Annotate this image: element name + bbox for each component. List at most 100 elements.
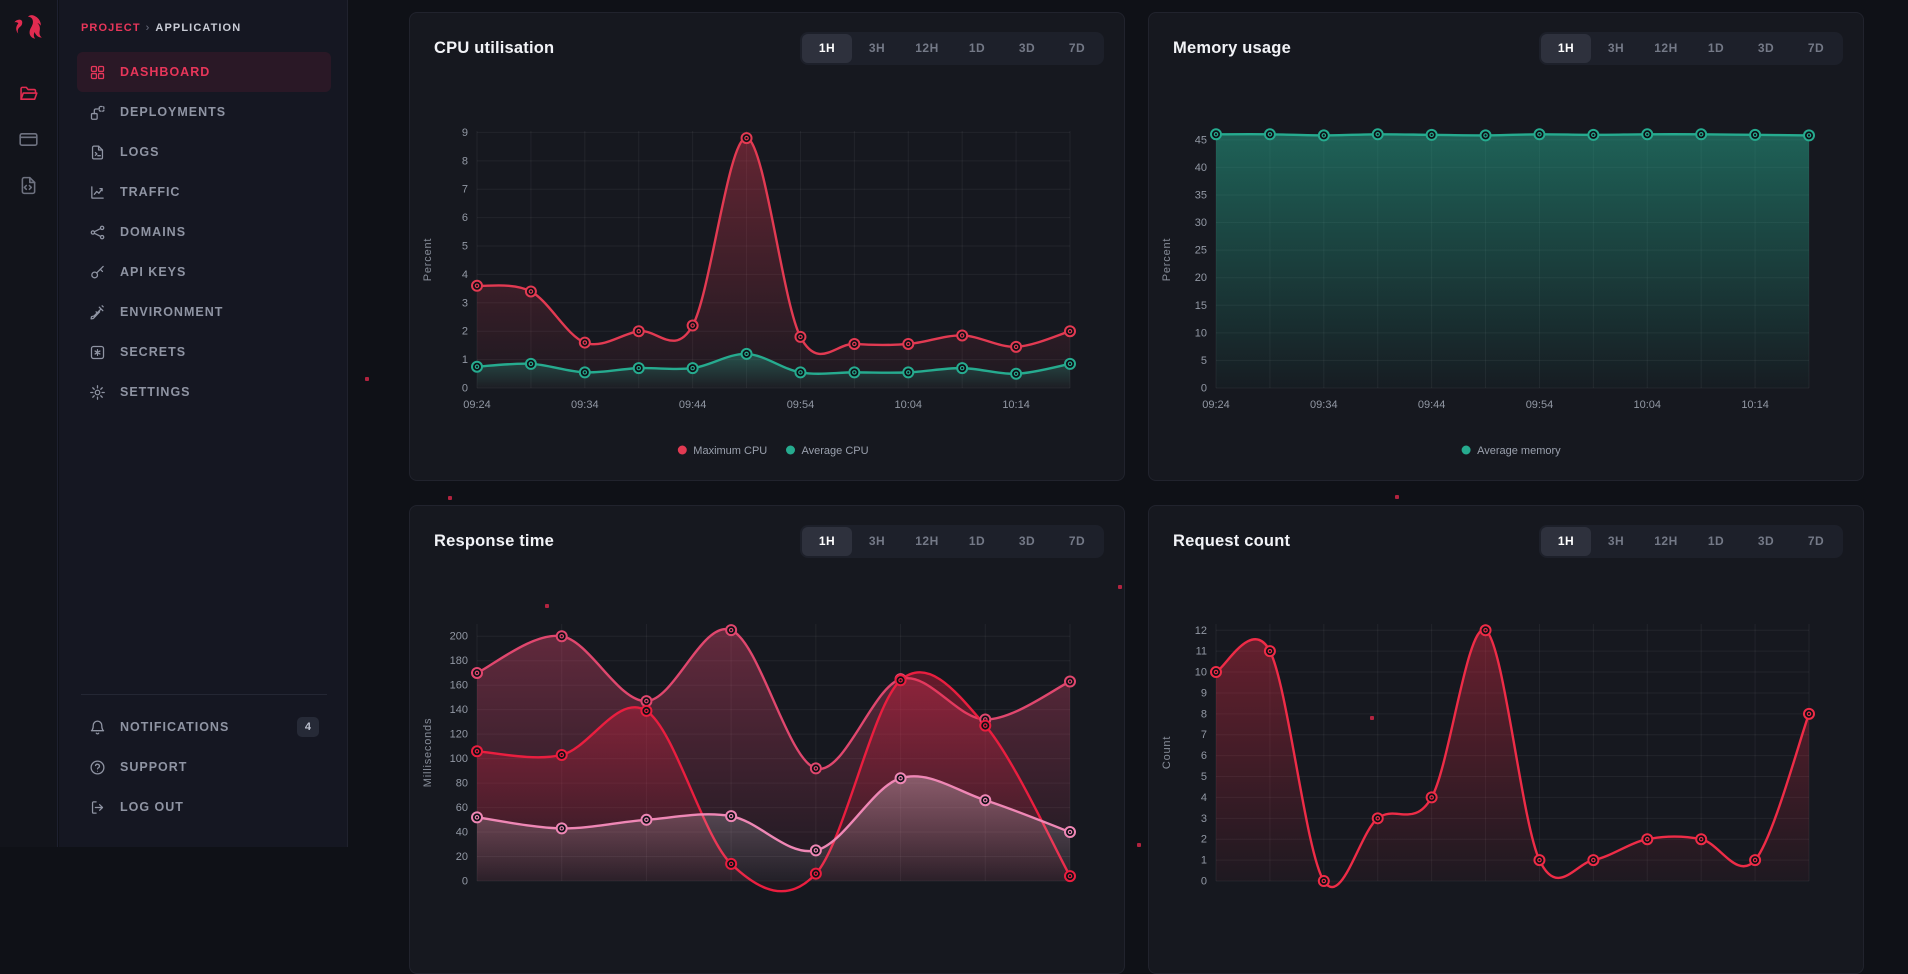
file-code-icon[interactable] [14,170,44,200]
sidebar-item-secrets[interactable]: SECRETS [77,332,331,372]
sidebar-footer: NOTIFICATIONS4 SUPPORT LOG OUT [77,707,331,827]
sidebar-item-environment[interactable]: ENVIRONMENT [77,292,331,332]
svg-text:09:44: 09:44 [1418,399,1446,411]
svg-text:140: 140 [450,704,468,716]
svg-text:09:44: 09:44 [679,399,707,411]
svg-text:40: 40 [456,827,468,839]
range-1h-button[interactable]: 1H [1541,34,1591,63]
sidebar-item-label: DEPLOYMENTS [120,105,226,119]
svg-text:Percent: Percent [422,238,434,282]
range-12h-button[interactable]: 12H [1641,34,1691,63]
svg-text:180: 180 [450,655,468,667]
sidebar-item-api-keys[interactable]: API KEYS [77,252,331,292]
svg-text:7: 7 [462,184,468,196]
sidebar-item-log-out[interactable]: LOG OUT [77,787,331,827]
time-range-selector: 1H3H12H1D3D7D [1539,525,1843,558]
svg-text:Count: Count [1161,736,1173,769]
range-1d-button[interactable]: 1D [1691,527,1741,556]
range-3d-button[interactable]: 3D [1741,527,1791,556]
domains-icon [89,224,106,241]
svg-text:09:54: 09:54 [787,399,815,411]
svg-text:5: 5 [462,241,468,253]
sidebar-item-label: SETTINGS [120,385,191,399]
panel-title: Request count [1173,532,1290,551]
sidebar-nav: DASHBOARD DEPLOYMENTS LOGS TRAFFIC DOMAINS AP… [77,52,331,412]
svg-text:4: 4 [1201,792,1207,804]
time-range-selector: 1H3H12H1D3D7D [800,525,1104,558]
credit-card-icon[interactable] [14,124,44,154]
range-1h-button[interactable]: 1H [1541,527,1591,556]
sidebar-item-logs[interactable]: LOGS [77,132,331,172]
svg-text:10:14: 10:14 [1741,399,1769,411]
svg-text:0: 0 [462,876,468,888]
settings-icon [89,384,106,401]
svg-text:11: 11 [1196,646,1207,658]
range-1h-button[interactable]: 1H [802,34,852,63]
response-time-chart[interactable]: 020406080100120140160180200Milliseconds [410,506,1125,974]
range-7d-button[interactable]: 7D [1791,34,1841,63]
svg-text:9: 9 [1201,687,1207,699]
svg-text:8: 8 [462,155,468,167]
svg-text:Average memory: Average memory [1477,445,1561,457]
sidebar-item-label: TRAFFIC [120,185,180,199]
svg-text:35: 35 [1195,189,1207,201]
sidebar-item-label: ENVIRONMENT [120,305,223,319]
decor-particle [365,377,369,381]
range-7d-button[interactable]: 7D [1052,527,1102,556]
range-3h-button[interactable]: 3H [852,34,902,63]
svg-text:Milliseconds: Milliseconds [422,718,434,788]
svg-text:09:54: 09:54 [1526,399,1554,411]
range-1h-button[interactable]: 1H [802,527,852,556]
sidebar-item-label: API KEYS [120,265,186,279]
secrets-icon [89,344,106,361]
range-7d-button[interactable]: 7D [1052,34,1102,63]
range-3h-button[interactable]: 3H [852,527,902,556]
svg-text:20: 20 [456,851,468,863]
panel-memory-usage: 05101520253035404509:2409:3409:4409:5410… [1148,12,1864,481]
sidebar-divider [81,694,327,695]
range-1d-button[interactable]: 1D [952,34,1002,63]
sidebar-item-label: SECRETS [120,345,186,359]
panel-title: Memory usage [1173,39,1291,58]
range-3h-button[interactable]: 3H [1591,527,1641,556]
svg-text:09:34: 09:34 [571,399,599,411]
svg-text:10:14: 10:14 [1002,399,1030,411]
panel-cpu-utilisation: 012345678909:2409:3409:4409:5410:0410:14… [409,12,1125,481]
sidebar-item-notifications[interactable]: NOTIFICATIONS4 [77,707,331,747]
sidebar-item-label: LOGS [120,145,159,159]
cpu-utilisation-chart[interactable]: 012345678909:2409:3409:4409:5410:0410:14… [410,13,1125,481]
sidebar-item-label: DASHBOARD [120,65,210,79]
nest-logo-icon[interactable] [11,10,47,44]
range-3h-button[interactable]: 3H [1591,34,1641,63]
range-1d-button[interactable]: 1D [1691,34,1741,63]
panel-request-count: 0123456789101112Count Request count 1H3H… [1148,505,1864,974]
range-3d-button[interactable]: 3D [1002,527,1052,556]
request-count-chart[interactable]: 0123456789101112Count [1149,506,1864,974]
breadcrumb-project[interactable]: PROJECT [81,22,141,34]
svg-text:60: 60 [456,802,468,814]
breadcrumb-application[interactable]: APPLICATION [155,22,241,34]
sidebar-item-settings[interactable]: SETTINGS [77,372,331,412]
decor-particle [448,496,452,500]
svg-text:09:34: 09:34 [1310,399,1338,411]
range-12h-button[interactable]: 12H [1641,527,1691,556]
svg-text:40: 40 [1195,162,1207,174]
range-1d-button[interactable]: 1D [952,527,1002,556]
folder-open-icon[interactable] [14,78,44,108]
range-12h-button[interactable]: 12H [902,34,952,63]
range-12h-button[interactable]: 12H [902,527,952,556]
sidebar-item-dashboard[interactable]: DASHBOARD [77,52,331,92]
range-3d-button[interactable]: 3D [1741,34,1791,63]
sidebar-item-label: LOG OUT [120,800,184,814]
sidebar-item-deployments[interactable]: DEPLOYMENTS [77,92,331,132]
range-3d-button[interactable]: 3D [1002,34,1052,63]
memory-usage-chart[interactable]: 05101520253035404509:2409:3409:4409:5410… [1149,13,1864,481]
svg-text:4: 4 [462,269,468,281]
decor-particle [1395,495,1399,499]
range-7d-button[interactable]: 7D [1791,527,1841,556]
sidebar-item-label: SUPPORT [120,760,187,774]
sidebar-item-traffic[interactable]: TRAFFIC [77,172,331,212]
icon-rail [0,0,58,847]
sidebar-item-support[interactable]: SUPPORT [77,747,331,787]
sidebar-item-domains[interactable]: DOMAINS [77,212,331,252]
